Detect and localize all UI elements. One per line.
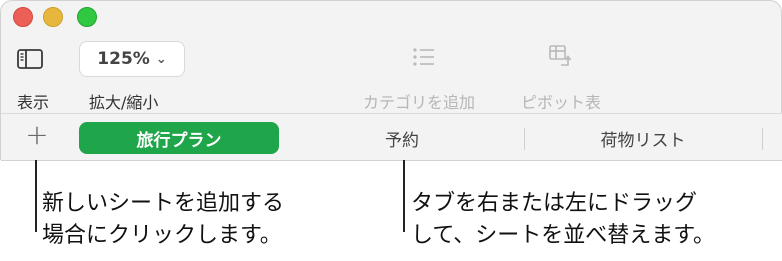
- callout-line-left: [35, 160, 37, 232]
- chevron-down-icon: ⌄: [155, 51, 167, 67]
- callout-reorder-tabs: タブを右または左にドラッグ して、シートを並べ替えます。: [411, 188, 715, 252]
- tab-reservations[interactable]: 予約: [281, 122, 523, 154]
- minimize-window-button[interactable]: [43, 7, 63, 27]
- app-window: 表示 125% ⌄ 拡大/縮小 カテゴリを追加 ピボット表 + 旅行プラン 予約: [0, 0, 782, 161]
- tab-packing-list[interactable]: 荷物リスト: [525, 122, 761, 154]
- tab-travel-plan[interactable]: 旅行プラン: [79, 122, 279, 154]
- callout-add-sheet: 新しいシートを追加する 場合にクリックします。: [42, 188, 284, 252]
- callout-line-2: して、シートを並べ替えます。: [411, 223, 716, 248]
- add-category-label: カテゴリを追加: [363, 93, 476, 112]
- list-icon[interactable]: [411, 45, 437, 69]
- pivot-table-icon[interactable]: [547, 43, 575, 71]
- sidebar-icon[interactable]: [15, 47, 45, 71]
- view-label: 表示: [17, 93, 50, 112]
- callout-line-2: 場合にクリックします。: [42, 223, 282, 248]
- tab-divider: [762, 128, 763, 150]
- maximize-window-button[interactable]: [77, 7, 97, 27]
- zoom-label: 拡大/縮小: [89, 93, 159, 112]
- zoom-value: 125%: [97, 49, 150, 69]
- pivot-table-label: ピボット表: [521, 93, 602, 112]
- add-sheet-button[interactable]: +: [23, 121, 51, 150]
- callout-line-right: [403, 160, 405, 232]
- callout-line-1: タブを右または左にドラッグ: [411, 191, 698, 216]
- sheet-tab-bar: + 旅行プラン 予約 荷物リスト: [1, 113, 782, 161]
- close-window-button[interactable]: [13, 7, 33, 27]
- callout-line-1: 新しいシートを追加する: [42, 191, 285, 216]
- zoom-select[interactable]: 125% ⌄: [79, 41, 185, 77]
